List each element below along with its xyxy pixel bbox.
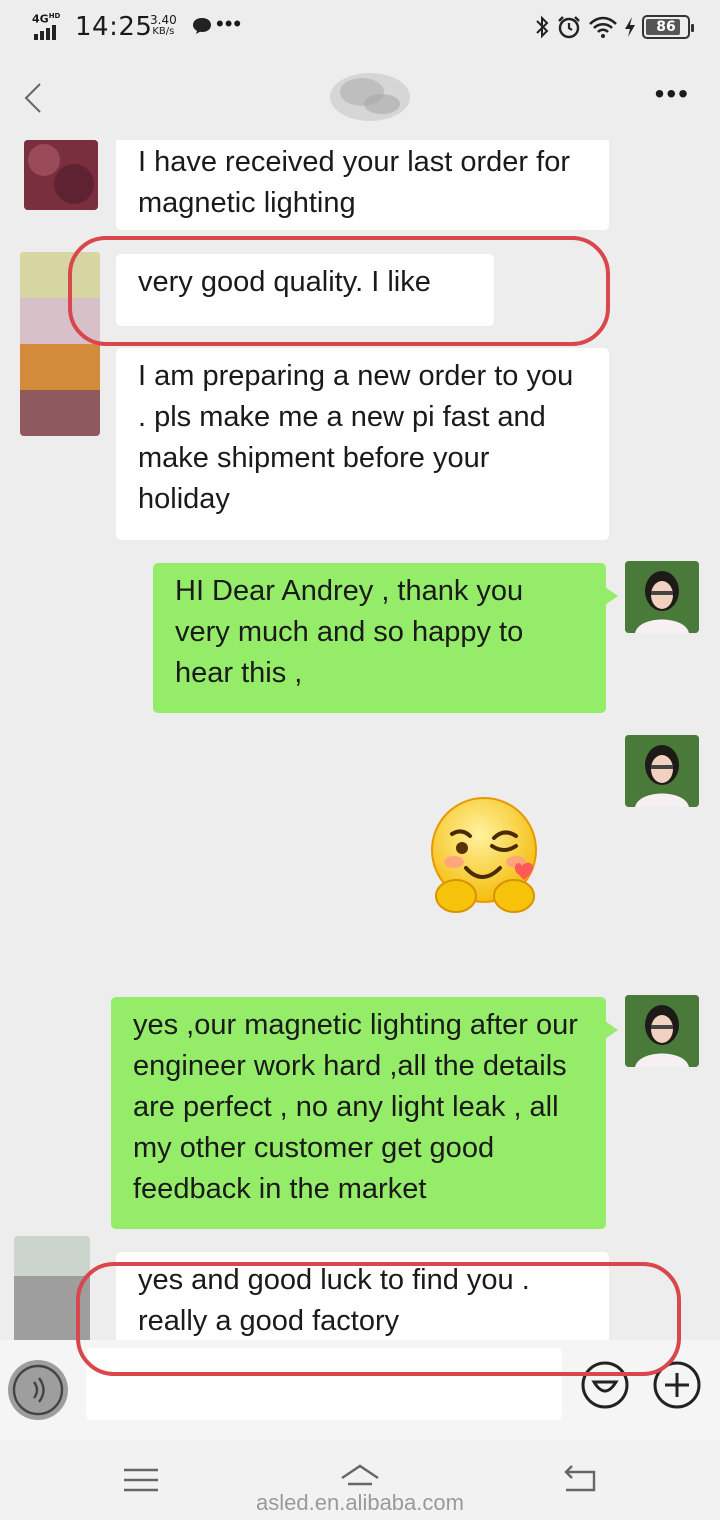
charging-icon [625,17,635,37]
my-avatar[interactable] [625,995,699,1067]
clock: 14:25 [75,12,153,42]
message-bubble-outgoing[interactable]: yes ,our magnetic lighting after our eng… [111,997,618,1229]
voice-icon[interactable] [8,1360,68,1420]
cellular-signal-icon: 4GHD [32,12,68,40]
contact-name-redacted [330,73,410,121]
battery-indicator: 86 [642,15,694,39]
more-options-button[interactable]: ••• [655,80,690,108]
message-list: I have received your last order for magn… [0,140,720,1340]
contact-avatar[interactable] [24,140,98,210]
more-notifications: ••• [216,11,243,36]
system-icons: 86 [534,14,694,40]
winking-heart-hands-emoji[interactable] [428,796,544,916]
chevron-left-icon[interactable] [18,80,48,116]
network-speed: 3.40 KB/s [150,13,177,37]
watermark: asled.en.alibaba.com [256,1490,464,1515]
status-bar: 4GHD 14:25 3.40 KB/s ••• 86 [0,0,720,56]
chat-header: ••• [0,56,720,140]
highlight-circle [68,236,610,346]
highlight-circle [76,1262,681,1376]
bluetooth-icon [536,15,549,39]
message-bubble-incoming[interactable]: I have received your last order for magn… [116,140,609,230]
my-avatar[interactable] [625,735,699,807]
my-avatar[interactable] [625,561,699,633]
alarm-icon [558,16,580,39]
message-bubble-incoming[interactable]: I am preparing a new order to you . pls … [116,348,609,540]
message-bubble-outgoing[interactable]: HI Dear Andrey , thank you very much and… [153,563,618,713]
message-notification-icon [193,18,211,34]
wifi-icon [589,16,617,38]
